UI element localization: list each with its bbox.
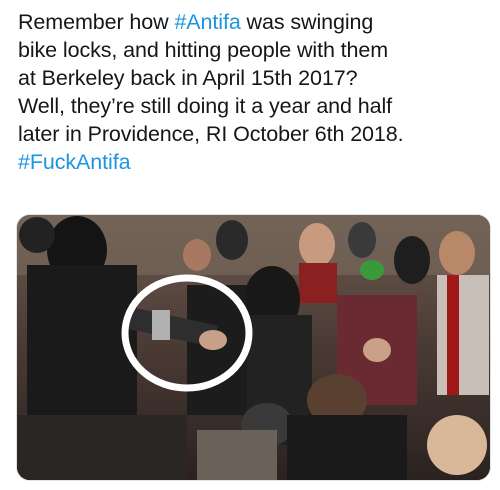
tweet-line-1: Remember how #Antifa was swinging (18, 8, 488, 36)
tweet-photo[interactable] (16, 214, 491, 481)
hashtag-antifa-link[interactable]: #Antifa (174, 10, 240, 34)
tweet-line-4: Well, they’re still doing it a year and … (18, 92, 488, 120)
tweet-line-text: Remember how (18, 10, 175, 34)
tweet-line-text: at Berkeley back in April 15th 2017? (18, 66, 358, 90)
crowd-photo (17, 215, 490, 480)
tweet-line-3: at Berkeley back in April 15th 2017? (18, 64, 488, 92)
tweet-text: Remember how #Antifa was swinging bike l… (18, 8, 488, 176)
tweet-line-6: #FuckAntifa (18, 148, 488, 176)
tweet-line-text: later in Providence, RI October 6th 2018… (18, 122, 404, 146)
tweet-line-2: bike locks, and hitting people with them (18, 36, 488, 64)
tweet-line-text: was swinging (240, 10, 374, 34)
hashtag-fuckantifa-link[interactable]: #FuckAntifa (18, 150, 131, 174)
tweet-line-text: Well, they’re still doing it a year and … (18, 94, 393, 118)
tweet-line-5: later in Providence, RI October 6th 2018… (18, 120, 488, 148)
tweet-line-text: bike locks, and hitting people with them (18, 38, 389, 62)
